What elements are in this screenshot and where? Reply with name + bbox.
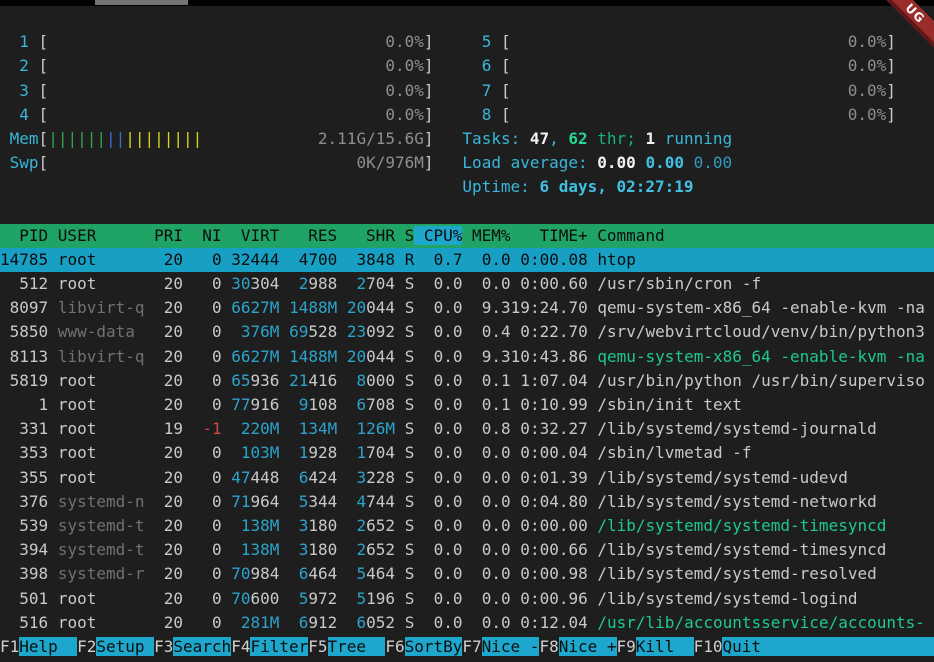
htop-terminal-output: 1 [ 0.0%] 5 [ 0.0%] 2 [ 0.0%] 6 [ 0.0%] … <box>0 6 934 659</box>
mem-meter-and-tasks: Mem[|||||||||||||||| 2.11G/15.6G] Tasks:… <box>0 127 934 151</box>
top-tab[interactable] <box>95 0 188 5</box>
terminal-screen: 1 [ 0.0%] 5 [ 0.0%] 2 [ 0.0%] 6 [ 0.0%] … <box>0 0 934 662</box>
sort-column-cpu[interactable]: CPU% <box>414 226 462 245</box>
cpu-meter-row-3: 3 [ 0.0%] 7 [ 0.0%] <box>0 79 934 103</box>
cpu-meter-row-4: 4 [ 0.0%] 8 [ 0.0%] <box>0 103 934 127</box>
blank-line <box>0 6 934 30</box>
process-row-353[interactable]: 353 root 20 0 103M 1928 1704 S 0.0 0.0 0… <box>0 441 934 465</box>
fkey-f3[interactable]: F3Search <box>154 637 231 656</box>
process-row-14785[interactable]: 14785 root 20 0 32444 4700 3848 R 0.7 0.… <box>0 248 934 272</box>
fkey-f4[interactable]: F4Filter <box>231 637 308 656</box>
fkey-f5[interactable]: F5Tree <box>308 637 385 656</box>
fkey-f10[interactable]: F10Quit <box>694 637 934 656</box>
cpu-meter-row-2: 2 [ 0.0%] 6 [ 0.0%] <box>0 54 934 78</box>
fkey-f2[interactable]: F2Setup <box>77 637 154 656</box>
process-table-header[interactable]: PID USER PRI NI VIRT RES SHR S CPU% MEM%… <box>0 224 934 248</box>
swap-meter-and-load: Swp[ 0K/976M] Load average: 0.00 0.00 0.… <box>0 151 934 175</box>
process-row-501[interactable]: 501 root 20 0 70600 5972 5196 S 0.0 0.0 … <box>0 587 934 611</box>
process-row-512[interactable]: 512 root 20 0 30304 2988 2704 S 0.0 0.0 … <box>0 272 934 296</box>
blank-line <box>0 200 934 224</box>
cpu-meter-row-1: 1 [ 0.0%] 5 [ 0.0%] <box>0 30 934 54</box>
fkey-f9[interactable]: F9Kill <box>617 637 694 656</box>
process-row-1[interactable]: 1 root 20 0 77916 9108 6708 S 0.0 0.1 0:… <box>0 393 934 417</box>
function-key-bar: F1Help F2Setup F3SearchF4FilterF5Tree F6… <box>0 635 934 659</box>
process-row-5850[interactable]: 5850 www-data 20 0 376M 69528 23092 S 0.… <box>0 320 934 344</box>
process-row-5819[interactable]: 5819 root 20 0 65936 21416 8000 S 0.0 0.… <box>0 369 934 393</box>
process-row-516[interactable]: 516 root 20 0 281M 6912 6052 S 0.0 0.0 0… <box>0 611 934 635</box>
fkey-f1[interactable]: F1Help <box>0 637 77 656</box>
process-row-398[interactable]: 398 systemd-r 20 0 70984 6464 5464 S 0.0… <box>0 562 934 586</box>
process-row-539[interactable]: 539 systemd-t 20 0 138M 3180 2652 S 0.0 … <box>0 514 934 538</box>
uptime-line: Uptime: 6 days, 02:27:19 <box>0 175 934 199</box>
process-row-394[interactable]: 394 systemd-t 20 0 138M 3180 2652 S 0.0 … <box>0 538 934 562</box>
fkey-f6[interactable]: F6SortBy <box>385 637 462 656</box>
fkey-f8[interactable]: F8Nice + <box>539 637 616 656</box>
process-row-8097[interactable]: 8097 libvirt-q 20 0 6627M 1488M 20044 S … <box>0 296 934 320</box>
process-row-8113[interactable]: 8113 libvirt-q 20 0 6627M 1488M 20044 S … <box>0 345 934 369</box>
process-row-376[interactable]: 376 systemd-n 20 0 71964 5344 4744 S 0.0… <box>0 490 934 514</box>
process-row-331[interactable]: 331 root 19 -1 220M 134M 126M S 0.0 0.8 … <box>0 417 934 441</box>
process-row-355[interactable]: 355 root 20 0 47448 6424 3228 S 0.0 0.0 … <box>0 466 934 490</box>
fkey-f7[interactable]: F7Nice - <box>462 637 539 656</box>
